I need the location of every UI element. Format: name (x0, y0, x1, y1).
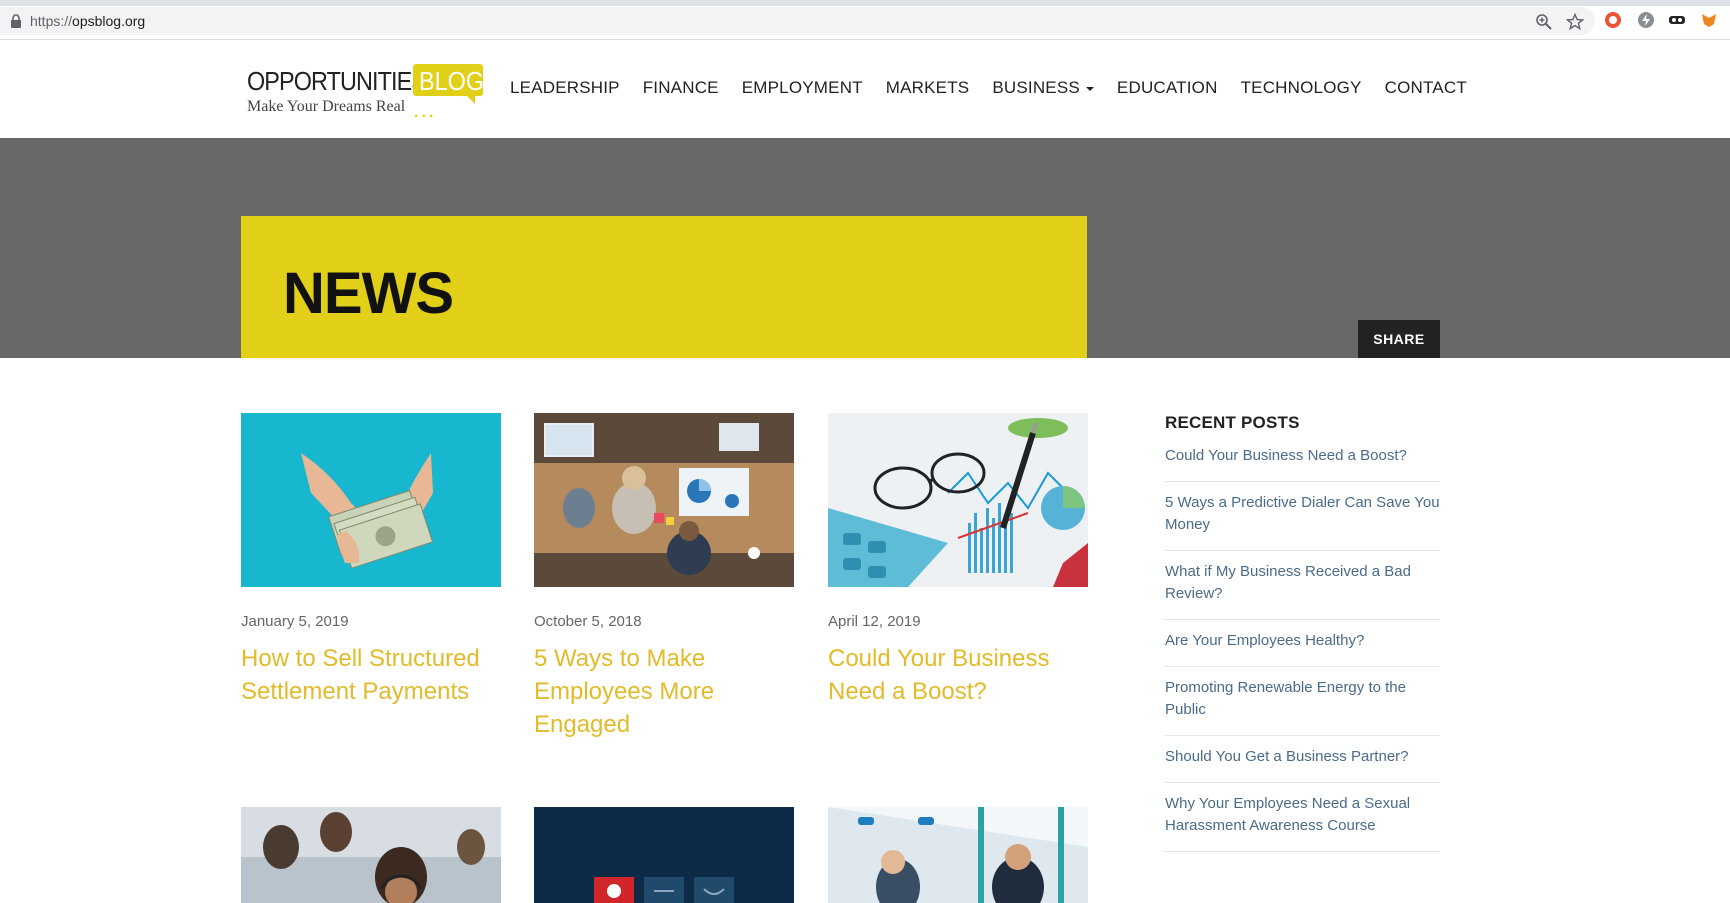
nav-business-label: BUSINESS (992, 78, 1080, 97)
recent-post-link[interactable]: Are Your Employees Healthy? (1165, 620, 1440, 667)
post-card (241, 807, 501, 903)
caret-down-icon (1085, 86, 1094, 91)
lock-icon[interactable] (10, 14, 22, 28)
recent-post-link[interactable]: Why Your Employees Need a Sexual Harassm… (1165, 783, 1440, 852)
extension-mask-icon[interactable] (1668, 11, 1686, 29)
post-thumbnail-calculator[interactable] (828, 413, 1088, 587)
nav-markets[interactable]: MARKETS (886, 78, 970, 98)
url-text[interactable]: https://opsblog.org (30, 13, 145, 29)
share-button[interactable]: SHARE (1358, 320, 1440, 358)
extension-fox-icon[interactable] (1700, 11, 1718, 29)
nav-business[interactable]: BUSINESS (992, 78, 1094, 98)
logo-tagline: Make Your Dreams Real (247, 98, 406, 115)
post-card (534, 807, 794, 903)
post-thumbnail-fitness[interactable] (828, 807, 1088, 903)
post-thumbnail-office[interactable] (534, 413, 794, 587)
nav-employment[interactable]: EMPLOYMENT (742, 78, 863, 98)
post-date: October 5, 2018 (534, 613, 642, 630)
post-card: January 5, 2019 How to Sell Structured S… (241, 413, 501, 708)
post-card (828, 807, 1088, 903)
post-thumbnail-call-center[interactable] (241, 807, 501, 903)
logo-word: OPPORTUNITIES (247, 66, 427, 96)
extension-bolt-icon[interactable] (1637, 11, 1655, 29)
recent-posts-sidebar: RECENT POSTS Could Your Business Need a … (1165, 413, 1440, 852)
post-date: April 12, 2019 (828, 613, 921, 630)
post-date: January 5, 2019 (241, 613, 349, 630)
post-thumbnail-money[interactable] (241, 413, 501, 587)
main-nav: LEADERSHIP FINANCE EMPLOYMENT MARKETS BU… (510, 78, 1490, 98)
tab-strip (0, 0, 1730, 6)
url-scheme: https:// (30, 13, 73, 29)
logo-blog-word: BLOG (419, 66, 485, 96)
sidebar-title: RECENT POSTS (1165, 413, 1300, 432)
post-card: October 5, 2018 5 Ways to Make Employees… (534, 413, 794, 741)
browser-toolbar: https://opsblog.org (0, 0, 1730, 40)
recent-post-link[interactable]: Should You Get a Business Partner? (1165, 736, 1440, 783)
recent-post-link[interactable]: Could Your Business Need a Boost? (1165, 445, 1440, 482)
extension-shield-icon[interactable] (1604, 11, 1622, 29)
logo-dots: ... (414, 104, 437, 121)
post-title-link[interactable]: How to Sell Structured Settlement Paymen… (241, 642, 501, 708)
site-logo[interactable]: OPPORTUNITIES BLOG Make Your Dreams Real… (247, 64, 485, 121)
post-title-link[interactable]: 5 Ways to Make Employees More Engaged (534, 642, 794, 741)
nav-leadership[interactable]: LEADERSHIP (510, 78, 620, 98)
url-host: opsblog.org (72, 13, 146, 29)
post-card: April 12, 2019 Could Your Business Need … (828, 413, 1088, 708)
hero-title-box: NEWS (241, 216, 1087, 358)
zoom-icon[interactable] (1535, 13, 1553, 31)
recent-post-link[interactable]: Promoting Renewable Energy to the Public (1165, 667, 1440, 736)
nav-finance[interactable]: FINANCE (643, 78, 719, 98)
page-hero: NEWS SHARE (0, 138, 1730, 358)
recent-post-link[interactable]: 5 Ways a Predictive Dialer Can Save You … (1165, 482, 1440, 551)
page-title: NEWS (283, 261, 454, 326)
post-thumbnail-feedback[interactable] (534, 807, 794, 903)
post-title-link[interactable]: Could Your Business Need a Boost? (828, 642, 1088, 708)
site-header: OPPORTUNITIES BLOG Make Your Dreams Real… (0, 40, 1730, 138)
bookmark-star-icon[interactable] (1566, 13, 1584, 31)
nav-contact[interactable]: CONTACT (1385, 78, 1467, 98)
nav-education[interactable]: EDUCATION (1117, 78, 1218, 98)
address-bar[interactable]: https://opsblog.org (0, 7, 1595, 35)
recent-post-link[interactable]: What if My Business Received a Bad Revie… (1165, 551, 1440, 620)
nav-technology[interactable]: TECHNOLOGY (1241, 78, 1362, 98)
